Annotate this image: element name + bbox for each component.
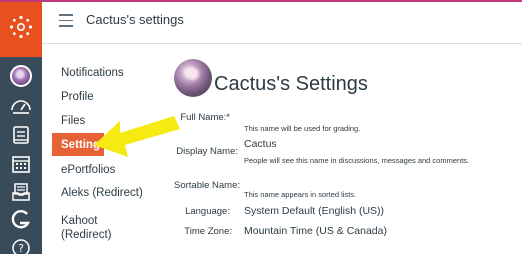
user-avatar-icon[interactable] bbox=[0, 61, 42, 91]
time-zone-label: Time Zone: bbox=[184, 226, 232, 237]
dashboard-icon[interactable] bbox=[0, 90, 42, 120]
nav-item-kahoot[interactable]: Kahoot (Redirect) bbox=[52, 214, 132, 242]
global-nav-rail: ? bbox=[0, 2, 42, 254]
courses-icon[interactable] bbox=[0, 120, 42, 150]
display-name-value[interactable]: Cactus bbox=[244, 138, 277, 150]
settings-heading: Cactus's Settings bbox=[214, 73, 368, 95]
studio-icon[interactable] bbox=[0, 205, 42, 235]
nav-item-eportfolios[interactable]: ePortfolios bbox=[52, 163, 164, 177]
full-name-hint: This name will be used for grading. bbox=[244, 124, 361, 133]
full-name-label: Full Name:* bbox=[180, 112, 230, 123]
display-name-hint: People will see this name in discussions… bbox=[244, 156, 470, 165]
page-title: Cactus's settings bbox=[86, 12, 184, 27]
nav-item-profile[interactable]: Profile bbox=[52, 90, 164, 104]
hamburger-menu-icon[interactable] bbox=[59, 14, 73, 27]
time-zone-value[interactable]: Mountain Time (US & Canada) bbox=[244, 225, 387, 237]
svg-text:?: ? bbox=[18, 242, 24, 254]
canvas-logo-icon[interactable] bbox=[0, 2, 42, 57]
nav-item-aleks[interactable]: Aleks (Redirect) bbox=[52, 186, 164, 200]
display-name-label: Display Name: bbox=[176, 146, 238, 157]
help-icon[interactable]: ? bbox=[0, 233, 42, 254]
page-header: Cactus's settings bbox=[42, 2, 522, 44]
language-label: Language: bbox=[185, 206, 230, 217]
sortable-name-hint: This name appears in sorted lists. bbox=[244, 190, 357, 199]
calendar-icon[interactable] bbox=[0, 149, 42, 179]
nav-item-notifications[interactable]: Notifications bbox=[52, 66, 164, 80]
sortable-name-label: Sortable Name: bbox=[173, 180, 240, 191]
profile-avatar[interactable] bbox=[174, 59, 212, 97]
language-value[interactable]: System Default (English (US)) bbox=[244, 205, 384, 217]
inbox-icon[interactable] bbox=[0, 177, 42, 207]
